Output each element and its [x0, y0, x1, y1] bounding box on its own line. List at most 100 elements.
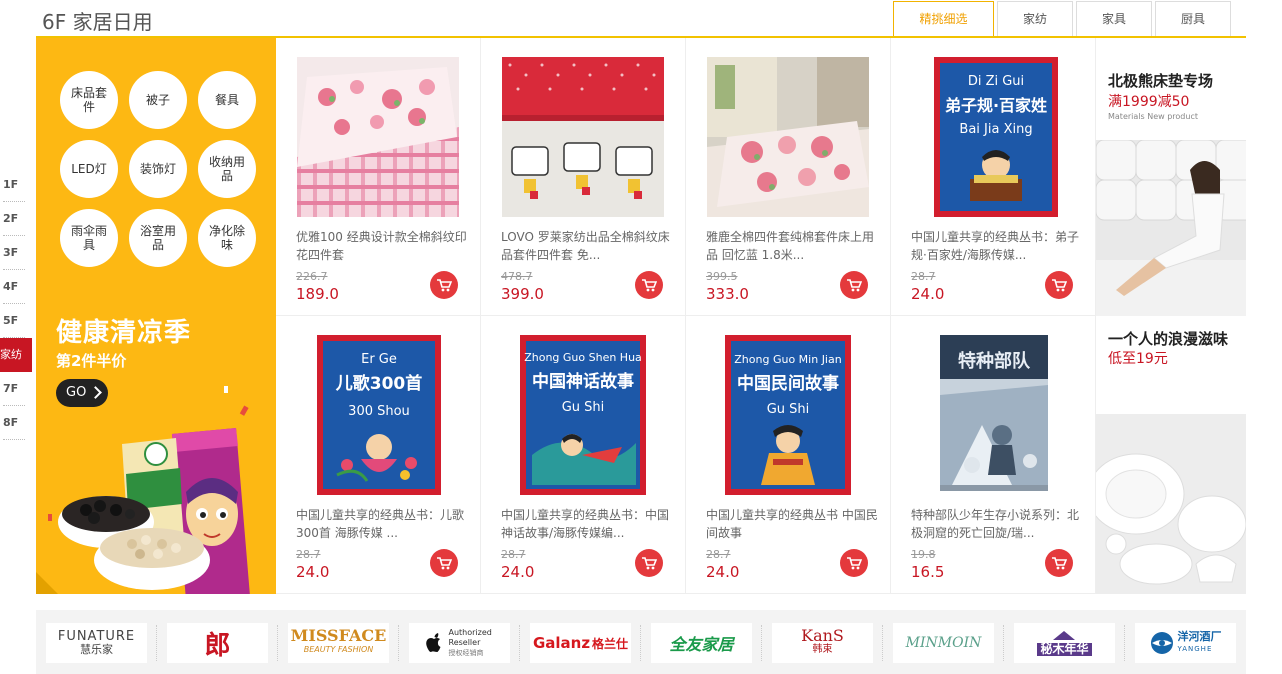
- book-dizigui-cover: Di Zi Gui 弟子规·百家姓 Bai Jia Xing: [934, 57, 1058, 217]
- product-price: 24.0: [911, 285, 945, 303]
- ad-title: 一个人的浪漫滋味: [1108, 330, 1229, 348]
- product-name[interactable]: 中国儿童共享的经典丛书 中国民间故事: [706, 506, 878, 542]
- product-card[interactable]: Zhong Guo Shen Hua 中国神话故事 Gu Shi 中国儿童共享的…: [481, 316, 686, 594]
- product-name[interactable]: 优雅100 经典设计款全棉斜纹印花四件套: [296, 228, 468, 264]
- product-image[interactable]: 特种部队: [912, 335, 1074, 495]
- cart-icon: [1052, 279, 1067, 292]
- product-card[interactable]: 特种部队 特种部队少年生存小说系列：北极洞窟的死亡回旋/瑞... 19.8 16…: [891, 316, 1096, 594]
- brand-name: 洋河酒厂: [1177, 630, 1222, 643]
- category-air-purify[interactable]: 净化除味: [198, 209, 256, 267]
- tab-kitchenware[interactable]: 厨具: [1155, 1, 1231, 36]
- category-tableware[interactable]: 餐具: [198, 71, 256, 129]
- product-name[interactable]: 雅鹿全棉四件套纯棉套件床上用品 回忆蓝 1.8米...: [706, 228, 878, 264]
- floor-link-4f[interactable]: 4F: [0, 270, 32, 304]
- floor-link-1f[interactable]: 1F: [0, 168, 32, 202]
- category-umbrella[interactable]: 雨伞雨具: [60, 209, 118, 267]
- product-image[interactable]: Zhong Guo Shen Hua 中国神话故事 Gu Shi: [502, 335, 664, 495]
- cart-icon: [437, 279, 452, 292]
- cart-icon: [642, 279, 657, 292]
- floor-link-2f[interactable]: 2F: [0, 202, 32, 236]
- add-to-cart-button[interactable]: [430, 271, 458, 299]
- product-name[interactable]: 特种部队少年生存小说系列：北极洞窟的死亡回旋/瑞...: [911, 506, 1083, 542]
- book-shenhua-cover: Zhong Guo Shen Hua 中国神话故事 Gu Shi: [520, 335, 646, 495]
- brand-strip: FUNATURE 慧乐家 郎 MISSFACE BEAUTY FASHION A…: [36, 610, 1246, 674]
- floor-link-3f[interactable]: 3F: [0, 236, 32, 270]
- product-price: 16.5: [911, 563, 945, 581]
- add-to-cart-button[interactable]: [635, 549, 663, 577]
- category-grid: 床品套件 被子 餐具 LED灯 装饰灯 收纳用品 雨伞雨具 浴室用品 净化除味: [60, 71, 256, 267]
- product-card[interactable]: LOVO 罗莱家纺出品全棉斜纹床品套件四件套 免... 478.7 399.0: [481, 38, 686, 316]
- product-image[interactable]: Zhong Guo Min Jian 中国民间故事 Gu Shi: [707, 335, 869, 495]
- brand-sub: BEAUTY FASHION: [303, 645, 374, 654]
- category-led-light[interactable]: LED灯: [60, 140, 118, 198]
- brand-name: 全友家居: [669, 635, 734, 654]
- book-erge-cover: Er Ge 儿歌300首 300 Shou: [317, 335, 441, 495]
- floor-nav: 1F 2F 3F 4F 5F 家纺 7F 8F: [0, 168, 32, 440]
- mattress-ad-banner[interactable]: 北极熊床垫专场 满1999减50 Materials New product: [1096, 38, 1246, 316]
- product-image[interactable]: [707, 57, 869, 217]
- product-card[interactable]: Zhong Guo Min Jian 中国民间故事 Gu Shi 中国儿童共享的…: [686, 316, 891, 594]
- category-bedding-set[interactable]: 床品套件: [60, 71, 118, 129]
- floor-link-home-textile[interactable]: 家纺: [0, 338, 32, 372]
- mattress-model-image: [1096, 140, 1246, 316]
- category-decor-light[interactable]: 装饰灯: [129, 140, 187, 198]
- brand-sub: 韩束: [812, 644, 833, 655]
- brand-logo-yanghe[interactable]: 洋河酒厂 YANGHE: [1124, 623, 1236, 663]
- brand-sub: 格兰仕: [592, 636, 629, 651]
- product-name[interactable]: 中国儿童共享的经典丛书：弟子规·百家姓/海豚传媒...: [911, 228, 1083, 264]
- add-to-cart-button[interactable]: [1045, 271, 1073, 299]
- brand-logo-galanz[interactable]: Galanz 格兰仕: [519, 623, 631, 663]
- product-name[interactable]: 中国儿童共享的经典丛书：中国神话故事/海豚传媒编...: [501, 506, 673, 542]
- brand-logo-missface[interactable]: MISSFACE BEAUTY FASHION: [277, 623, 389, 663]
- floor-link-8f[interactable]: 8F: [0, 406, 32, 440]
- tableware-ad-banner[interactable]: 一个人的浪漫滋味 低至19元: [1096, 316, 1246, 594]
- brand-logo-quanyou[interactable]: 全友家居: [640, 623, 752, 663]
- book-pinyin-top: Zhong Guo Min Jian: [734, 353, 841, 366]
- product-image[interactable]: Di Zi Gui 弟子规·百家姓 Bai Jia Xing: [912, 57, 1074, 217]
- category-bathroom[interactable]: 浴室用品: [129, 209, 187, 267]
- add-to-cart-button[interactable]: [840, 271, 868, 299]
- book-title: 特种部队: [958, 350, 1031, 372]
- product-image[interactable]: [297, 57, 459, 217]
- product-card[interactable]: 雅鹿全棉四件套纯棉套件床上用品 回忆蓝 1.8米... 399.5 333.0: [686, 38, 891, 316]
- brand-logo-mimu[interactable]: 秘木年华: [1003, 623, 1115, 663]
- cart-icon: [847, 279, 862, 292]
- add-to-cart-button[interactable]: [430, 549, 458, 577]
- brand-logo-funature[interactable]: FUNATURE 慧乐家: [46, 623, 147, 663]
- ad-caption: Materials New product: [1108, 112, 1198, 121]
- brand-name: MINMOIN: [905, 635, 982, 651]
- add-to-cart-button[interactable]: [840, 549, 868, 577]
- product-card[interactable]: Er Ge 儿歌300首 300 Shou 中国儿童共享的经典丛书：儿歌300首…: [276, 316, 481, 594]
- tab-selected-picks[interactable]: 精挑细选: [893, 1, 994, 38]
- promo-title: 健康清凉季: [56, 318, 192, 348]
- apple-logo-icon: [425, 633, 440, 652]
- add-to-cart-button[interactable]: [1045, 549, 1073, 577]
- brand-name: Authorized Reseller: [448, 628, 492, 647]
- brand-logo-kans[interactable]: KanS 韩束: [761, 623, 873, 663]
- product-card[interactable]: 优雅100 经典设计款全棉斜纹印花四件套 226.7 189.0: [276, 38, 481, 316]
- product-original-price: 478.7: [501, 270, 533, 283]
- tab-home-textile[interactable]: 家纺: [997, 1, 1073, 36]
- brand-logo-apple-reseller[interactable]: Authorized Reseller 授权经销商: [398, 623, 510, 663]
- product-name[interactable]: LOVO 罗莱家纺出品全棉斜纹床品套件四件套 免...: [501, 228, 673, 264]
- product-name[interactable]: 中国儿童共享的经典丛书：儿歌300首 海豚传媒 ...: [296, 506, 468, 542]
- floor-link-7f[interactable]: 7F: [0, 372, 32, 406]
- brand-logo-minmoin[interactable]: MINMOIN: [882, 623, 994, 663]
- tab-furniture[interactable]: 家具: [1076, 1, 1152, 36]
- category-storage[interactable]: 收纳用品: [198, 140, 256, 198]
- pink-floral-bedding-image: [297, 57, 459, 217]
- product-image[interactable]: Er Ge 儿歌300首 300 Shou: [297, 335, 459, 495]
- add-to-cart-button[interactable]: [635, 271, 663, 299]
- grain-products-illustration: [48, 386, 250, 594]
- category-quilt[interactable]: 被子: [129, 71, 187, 129]
- book-pinyin-bottom: Gu Shi: [767, 402, 810, 417]
- promo-corner-fold: [36, 572, 58, 594]
- book-title: 弟子规·百家姓: [945, 96, 1047, 115]
- brand-logo-lang[interactable]: 郎: [156, 623, 268, 663]
- floor-link-5f[interactable]: 5F: [0, 304, 32, 338]
- floor-tabs: 精挑细选 家纺 家具 厨具: [893, 1, 1234, 38]
- promo-panel[interactable]: 床品套件 被子 餐具 LED灯 装饰灯 收纳用品 雨伞雨具 浴室用品 净化除味 …: [36, 38, 276, 594]
- product-card[interactable]: Di Zi Gui 弟子规·百家姓 Bai Jia Xing 中国儿童共享的经典…: [891, 38, 1096, 316]
- product-image[interactable]: [502, 57, 664, 217]
- book-pinyin-bottom: Bai Jia Xing: [959, 122, 1032, 137]
